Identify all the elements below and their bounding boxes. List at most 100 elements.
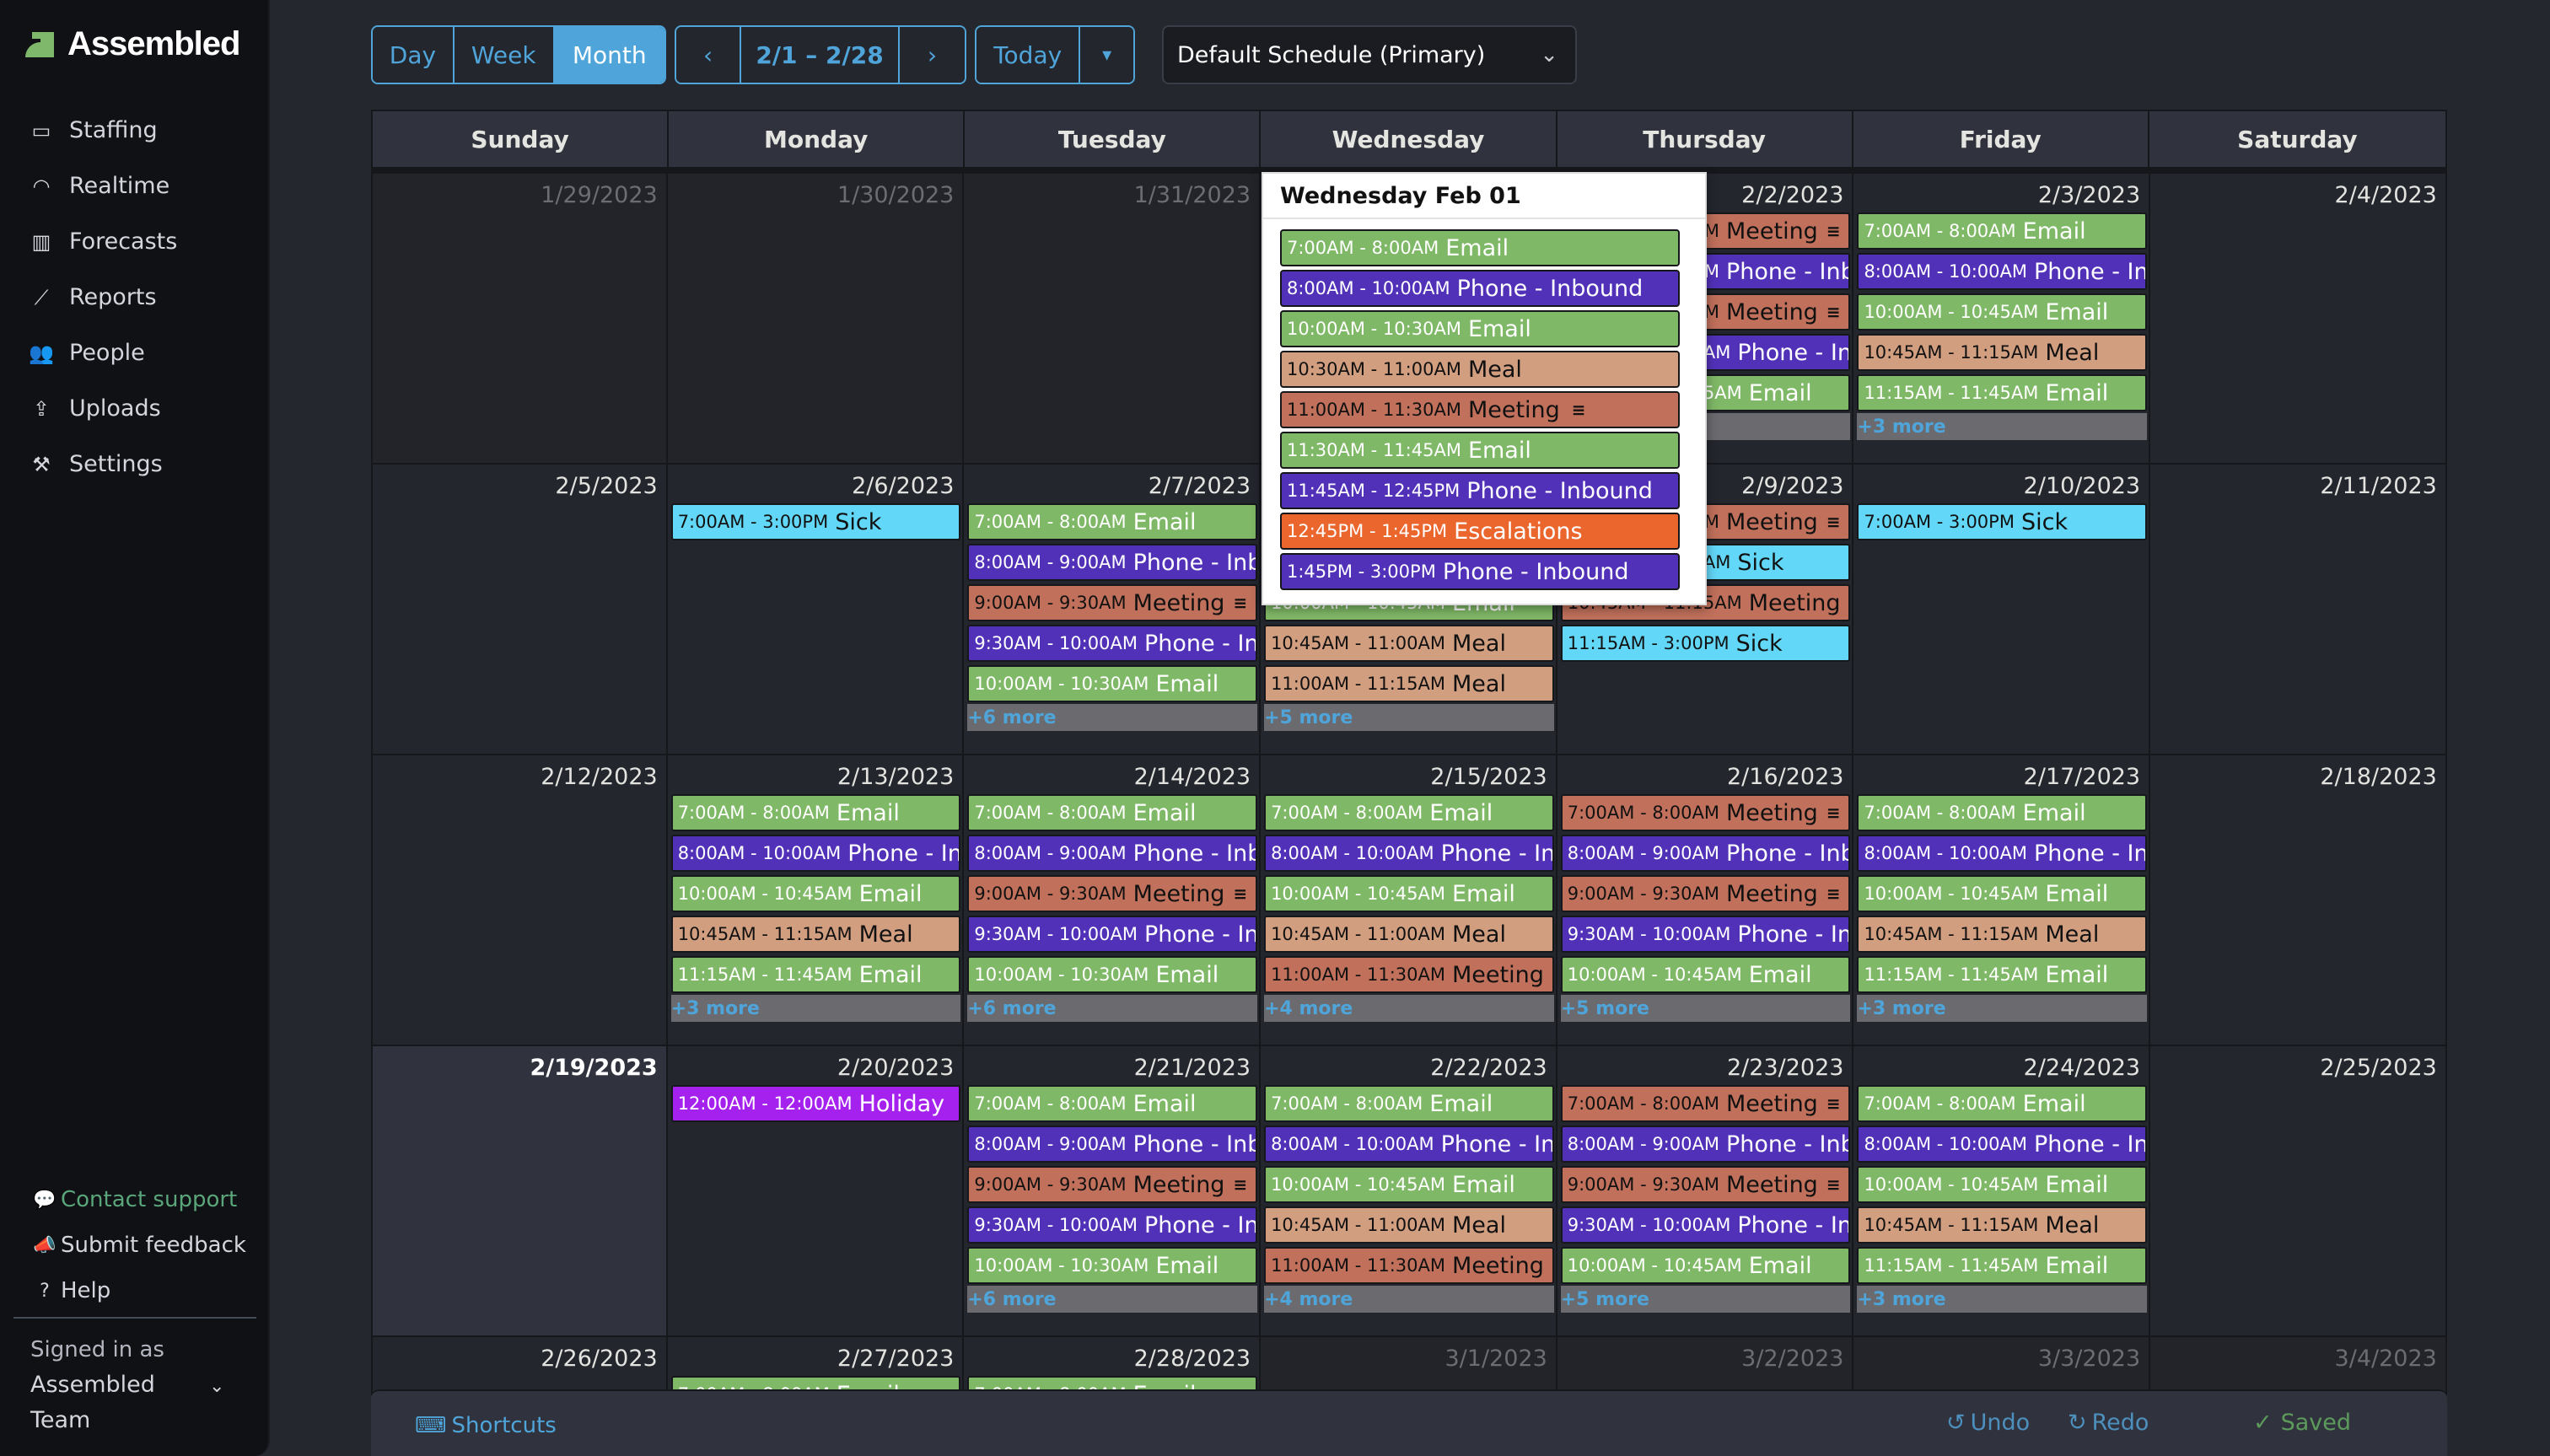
day-cell[interactable]: 1/30/2023 [667, 174, 965, 463]
shift-event-email[interactable]: 7:00AM - 8:00AMEmail [967, 1085, 1258, 1122]
shift-event-phone-in[interactable]: 8:00AM - 10:00AM Phone - In [1264, 1126, 1554, 1163]
shift-event-meeting[interactable]: 9:00AM - 9:30AMMeeting≡ [967, 584, 1258, 621]
shift-event-phone-inb[interactable]: 8:00AM - 9:00AMPhone - Inb [1560, 835, 1851, 872]
day-cell[interactable]: 2/22/2023 7:00AM - 8:00AM Email 8:00AM - 10… [1261, 1046, 1557, 1335]
day-cell[interactable]: 2/28/20237:00AM - 8:00AMEmail [964, 1337, 1262, 1396]
view-month-button[interactable]: Month [554, 27, 664, 83]
shift-event-email[interactable]: 7:00AM - 8:00AMEmail [1264, 1085, 1554, 1122]
shift-event-phone-in[interactable]: 9:30AM - 10:00AMPhone - In [967, 1206, 1258, 1244]
shift-event-meeting[interactable]: 7:00AM - 8:00AM Meeting ≡ [1560, 1085, 1851, 1122]
day-date[interactable]: 2/14/2023 [1134, 764, 1251, 790]
day-date[interactable]: 2/22/2023 [1430, 1055, 1547, 1081]
submit-feedback-link[interactable]: 📣 Submit feedback [32, 1222, 246, 1268]
shift-event-phone-in[interactable]: 8:00AM - 10:00AM Phone - In [1857, 835, 2148, 872]
day-cell[interactable]: 2/23/2023 7:00AM - 8:00AM Meeting ≡ 8:00AM -… [1557, 1046, 1854, 1335]
today-dropdown-button[interactable]: ▾ [1080, 27, 1133, 83]
day-cell[interactable]: 2/4/2023 [2150, 174, 2447, 463]
sidebar-item-reports[interactable]: ⟋ Reports [29, 273, 177, 321]
popover-event-email[interactable]: 11:30AM - 11:45AM Email [1280, 432, 1680, 469]
sidebar-item-realtime[interactable]: ◠ Realtime [29, 162, 177, 210]
day-date[interactable]: 2/26/2023 [541, 1346, 657, 1372]
user-menu[interactable]: Signed in as Assembled Team ⌄ [30, 1332, 241, 1438]
shift-event-phone-in[interactable]: 8:00AM - 10:00AM Phone - In [1857, 1126, 2148, 1163]
day-date[interactable]: 2/13/2023 [837, 764, 954, 790]
more-events-link[interactable]: +3 more [1857, 1286, 2148, 1313]
chevron-down-icon[interactable]: ⌄ [209, 1376, 224, 1397]
more-events-link[interactable]: +3 more [1857, 995, 2148, 1022]
brand-logo[interactable]: Assembled [25, 25, 240, 63]
day-cell[interactable]: 3/3/2023 [1853, 1337, 2151, 1396]
more-events-link[interactable]: +5 more [1560, 995, 1851, 1022]
shift-event-phone-in[interactable]: 8:00AM - 10:00AM Phone - In [1857, 253, 2148, 290]
shift-event-email[interactable]: 7:00AM - 8:00AMEmail [967, 503, 1258, 540]
day-date[interactable]: 2/21/2023 [1134, 1055, 1251, 1081]
shift-event-email[interactable]: 7:00AM - 8:00AMEmail [1857, 794, 2148, 831]
day-cell[interactable]: 1/29/2023 [371, 174, 668, 463]
day-cell[interactable]: 2/24/2023 7:00AM - 8:00AM Email 8:00AM - 10… [1853, 1046, 2151, 1335]
day-cell[interactable]: 2/27/20237:00AM - 8:00AMEmail [667, 1337, 965, 1396]
popover-event-phone-inbound[interactable]: 11:45AM - 12:45PM Phone - Inbound [1280, 472, 1680, 509]
day-cell[interactable]: 2/20/2023 12:00AM - 12:00AM Holiday [667, 1046, 965, 1335]
shift-event-email[interactable]: 10:00AM - 10:45AMEmail [1857, 875, 2148, 912]
day-date[interactable]: 2/7/2023 [1149, 473, 1251, 499]
view-week-button[interactable]: Week [454, 27, 555, 83]
shift-event-meeting[interactable]: 9:00AM - 9:30AMMeeting≡ [1560, 875, 1851, 912]
sidebar-item-forecasts[interactable]: ▥ Forecasts [29, 218, 178, 266]
shift-event-meeting[interactable]: 9:00AM - 9:30AMMeeting≡ [967, 1166, 1258, 1203]
day-date[interactable]: 2/17/2023 [2024, 764, 2140, 790]
day-cell[interactable]: 2/21/2023 7:00AM - 8:00AM Email 8:00AM - 9:… [964, 1046, 1262, 1335]
day-cell[interactable]: 2/10/2023 7:00AM - 3:00PM Sick [1853, 465, 2151, 754]
day-date[interactable]: 2/20/2023 [837, 1055, 954, 1081]
today-button[interactable]: Today [976, 27, 1081, 83]
shift-event-sick[interactable]: 11:15AM - 3:00PM Sick [1560, 625, 1851, 662]
day-date[interactable]: 3/4/2023 [2335, 1346, 2437, 1372]
help-link[interactable]: ? Help [32, 1268, 246, 1314]
day-cell[interactable]: 2/16/2023 7:00AM - 8:00AM Meeting ≡ 8:00AM -… [1557, 755, 1854, 1045]
shift-event-email[interactable]: 10:00AM - 10:30AM Email [967, 956, 1258, 993]
date-range-label[interactable]: 2/1 – 2/28 [741, 27, 900, 83]
shift-event-email[interactable]: 10:00AM - 10:45AMEmail [1264, 1166, 1554, 1203]
more-events-link[interactable]: +6 more [967, 704, 1258, 731]
day-cell[interactable]: 2/17/2023 7:00AM - 8:00AM Email 8:00AM - 10… [1853, 755, 2151, 1045]
day-cell[interactable]: 2/3/2023 7:00AM - 8:00AM Email 8:00AM - 10:… [1853, 174, 2151, 463]
more-events-link[interactable]: +6 more [967, 995, 1258, 1022]
shift-event-sick[interactable]: 7:00AM - 3:00PM Sick [670, 503, 961, 540]
shift-event-email[interactable]: 10:00AM - 10:45AMEmail [1560, 956, 1851, 993]
shift-event-email[interactable]: 10:00AM - 10:45AMEmail [670, 875, 961, 912]
shift-event-meeting[interactable]: 9:00AM - 9:30AMMeeting≡ [967, 875, 1258, 912]
view-day-button[interactable]: Day [373, 27, 455, 83]
sidebar-item-people[interactable]: 👥 People [29, 329, 177, 377]
shift-event-email[interactable]: 7:00AM - 8:00AMEmail [1857, 212, 2148, 250]
redo-button[interactable]: ↻ Redo [2068, 1410, 2149, 1436]
day-date[interactable]: 2/16/2023 [1727, 764, 1843, 790]
day-cell[interactable]: 1/31/2023 [964, 174, 1262, 463]
day-date[interactable]: 1/31/2023 [1134, 182, 1251, 208]
shift-event-meal[interactable]: 11:00AM - 11:15AM Meal [1264, 665, 1554, 702]
shift-event-meeting[interactable]: 11:00AM - 11:30AM Meeting ≡ [1264, 956, 1554, 993]
next-period-button[interactable]: › [899, 27, 965, 83]
day-date[interactable]: 2/19/2023 [530, 1055, 657, 1081]
popover-event-phone-inbound[interactable]: 1:45PM - 3:00PM Phone - Inbound [1280, 553, 1680, 590]
day-cell[interactable]: 2/5/2023 [371, 465, 668, 754]
day-date[interactable]: 2/10/2023 [2024, 473, 2140, 499]
day-date[interactable]: 2/2/2023 [1741, 182, 1843, 208]
sidebar-item-staffing[interactable]: ▭ Staffing [29, 106, 177, 154]
day-date[interactable]: 2/28/2023 [1134, 1346, 1251, 1372]
shift-event-email[interactable]: 11:15AM - 11:45AM Email [1857, 1247, 2148, 1284]
shift-event-meeting[interactable]: 7:00AM - 8:00AM Meeting ≡ [1560, 794, 1851, 831]
more-events-link[interactable]: +3 more [1857, 413, 2148, 440]
day-date[interactable]: 1/29/2023 [541, 182, 657, 208]
day-date[interactable]: 1/30/2023 [837, 182, 954, 208]
day-date[interactable]: 3/3/2023 [2038, 1346, 2140, 1372]
popover-event-escalations[interactable]: 12:45PM - 1:45PM Escalations [1280, 513, 1680, 550]
shift-event-email[interactable]: 7:00AM - 8:00AMEmail [670, 794, 961, 831]
day-cell[interactable]: 2/18/2023 [2150, 755, 2447, 1045]
more-events-link[interactable]: +3 more [670, 995, 961, 1022]
day-cell[interactable]: 2/7/2023 7:00AM - 8:00AM Email 8:00AM - 9:0… [964, 465, 1262, 754]
day-date[interactable]: 2/18/2023 [2320, 764, 2436, 790]
shift-event-sick[interactable]: 7:00AM - 3:00PM Sick [1857, 503, 2148, 540]
day-date[interactable]: 2/11/2023 [2320, 473, 2436, 499]
shift-event-phone-inb[interactable]: 8:00AM - 9:00AMPhone - Inb [967, 835, 1258, 872]
day-cell[interactable]: 2/14/2023 7:00AM - 8:00AM Email 8:00AM - 9:… [964, 755, 1262, 1045]
day-date[interactable]: 2/5/2023 [555, 473, 657, 499]
